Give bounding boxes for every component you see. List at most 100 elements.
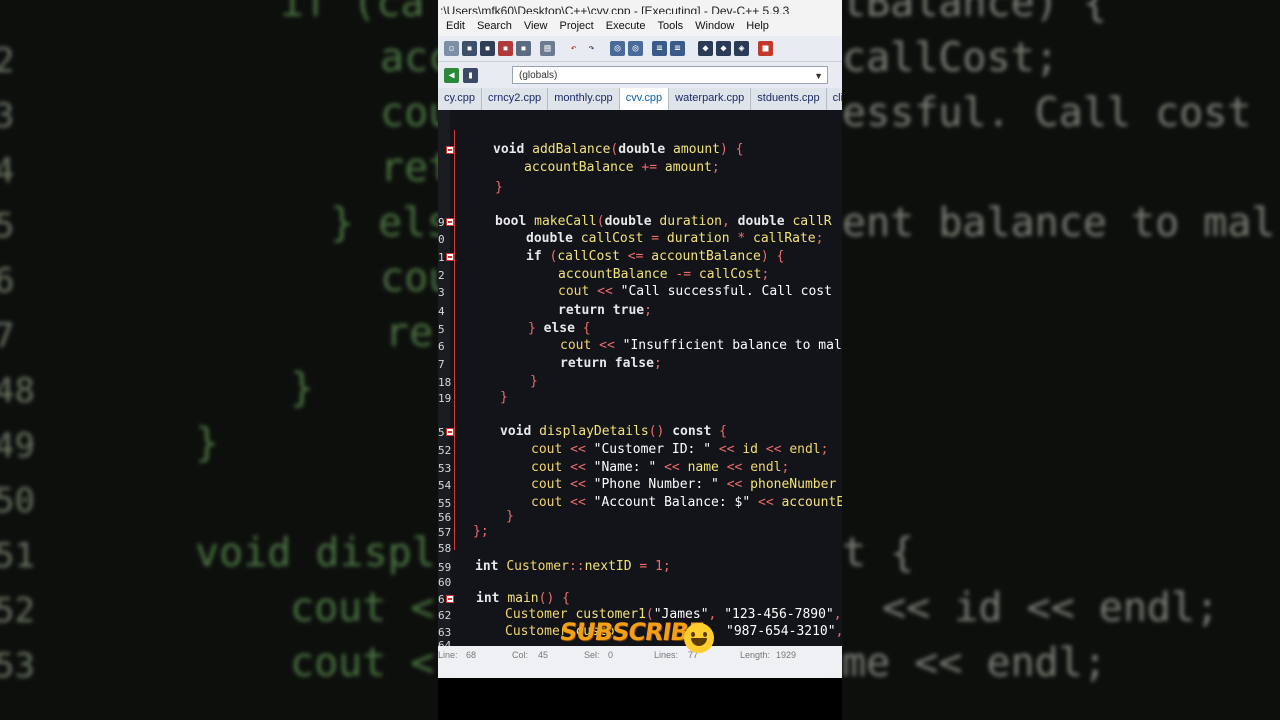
close-file-icon[interactable]: ▪ [516, 41, 531, 56]
line-number: 5 [438, 323, 445, 336]
code-line: } [495, 180, 503, 195]
code-line: } [530, 374, 538, 389]
code-line: int main() { [476, 591, 570, 606]
menu-edit[interactable]: Edit [446, 20, 465, 36]
background-code-line: } [195, 420, 220, 466]
status-col-value: 45 [538, 650, 549, 660]
status-length-value: 1929 [776, 650, 797, 660]
background-right-code: tBalance) {callCost; essful. Call cost ent… [842, 0, 1280, 720]
code-line: accountBalance += amount; [524, 160, 720, 175]
redo-icon[interactable]: ↷ [584, 41, 599, 56]
background-code-line: callCost; [842, 35, 1059, 81]
code-line: cout << "Customer ID: " << id << endl; [531, 442, 829, 457]
replace-icon[interactable]: ◎ [628, 41, 643, 56]
background-code-line: re [385, 310, 434, 356]
undo-icon[interactable]: ↶ [566, 41, 581, 56]
tab-cy-cpp[interactable]: cy.cpp [438, 88, 482, 110]
tab-monthly-cpp[interactable]: monthly.cpp [548, 88, 620, 110]
background-line-number: 48 [0, 371, 35, 411]
menu-window[interactable]: Window [695, 20, 734, 36]
background-right-pane: tBalance) {callCost; essful. Call cost ent… [842, 0, 1280, 720]
background-line-number: 50 [0, 481, 35, 521]
unindent-icon[interactable]: ≡ [670, 41, 685, 56]
smiley-emoji-icon [684, 623, 714, 653]
menu-bar: Edit Search View Project Execute Tools W… [438, 14, 842, 36]
background-code-line: << id << endl; [882, 585, 1220, 631]
bookmark-icon[interactable]: ▮ [463, 67, 478, 83]
subscribe-overlay: SUBSCRIBE [558, 618, 706, 646]
line-number: 52 [438, 444, 452, 457]
main-toolbar: ▫ ▪ ▪ ▪ ▪ ▤ ↶ ↷ ◎ ◎ ≡ ≡ ◆ ◆ ◈ ■ [438, 36, 842, 62]
background-code-line: ret [380, 145, 438, 191]
tab-crncy2-cpp[interactable]: crncy2.cpp [482, 88, 549, 110]
menu-execute[interactable]: Execute [606, 20, 646, 36]
code-line: void addBalance(double amount) { [493, 142, 744, 157]
code-line: int Customer::nextID = 1; [475, 559, 671, 574]
tab-waterpark-cpp[interactable]: waterpark.cpp [669, 88, 752, 110]
fold-toggle-icon[interactable] [446, 146, 454, 154]
menu-project[interactable]: Project [559, 20, 593, 36]
status-line-label: Line: [438, 650, 458, 660]
save-all-icon[interactable]: ▪ [498, 41, 513, 56]
line-number: 63 [438, 626, 452, 639]
save-icon[interactable]: ▪ [480, 41, 495, 56]
find-icon[interactable]: ◎ [610, 41, 625, 56]
status-lines-label: Lines: [654, 650, 679, 660]
background-line-number: 5 [0, 206, 15, 246]
scope-select[interactable]: (globals) ▼ [512, 66, 828, 84]
line-number: 54 [438, 479, 452, 492]
menu-help[interactable]: Help [746, 20, 769, 36]
line-number: 62 [438, 609, 452, 622]
background-code-line: } else [330, 200, 438, 246]
line-number: 59 [438, 561, 452, 574]
code-line: return true; [558, 303, 652, 318]
new-file-icon[interactable]: ▫ [444, 41, 459, 56]
code-editor[interactable]: void addBalance(double amount) { accountB… [438, 110, 842, 646]
code-line: cout << "Call successful. Call cost [558, 284, 832, 299]
background-code-line: void displ [195, 530, 436, 576]
background-left-pane: if (ca 2 acc 3 cou 4 ret 5} else 6 cou 7 re 48} 49} 50… [0, 0, 438, 720]
background-line-number: 7 [0, 316, 15, 356]
fold-guide [454, 130, 455, 550]
fold-toggle-icon[interactable] [446, 218, 454, 226]
fold-toggle-icon[interactable] [446, 595, 454, 603]
background-code-line: cou [380, 255, 438, 301]
print-icon[interactable]: ▤ [540, 41, 555, 56]
tab-clinicl[interactable]: clinicl [827, 88, 842, 110]
status-sel-label: Sel: [584, 650, 600, 660]
compile-run-icon[interactable]: ◈ [734, 41, 749, 56]
status-length-label: Length: [740, 650, 771, 660]
menu-search[interactable]: Search [477, 20, 512, 36]
background-code-line: cou [380, 90, 438, 136]
menu-tools[interactable]: Tools [657, 20, 683, 36]
compile-icon[interactable]: ◆ [698, 41, 713, 56]
open-file-icon[interactable]: ▪ [462, 41, 477, 56]
code-line: accountBalance -= callCost; [558, 267, 770, 282]
ide-window: :\Users\mfk60\Desktop\C++\cvv.cpp - [Exe… [438, 0, 842, 720]
code-line-tail: "987-654-3210", [726, 624, 842, 639]
code-line: } [500, 390, 508, 405]
secondary-toolbar: ◀ ▮ (globals) ▼ [438, 62, 842, 88]
background-code-line: tBalance) { [842, 0, 1107, 26]
line-number: 4 [438, 305, 445, 318]
run-icon[interactable]: ◆ [716, 41, 731, 56]
tab-cvv-cpp[interactable]: cvv.cpp [619, 88, 670, 110]
background-code-line: } [290, 365, 315, 411]
stop-icon[interactable]: ■ [758, 41, 773, 56]
line-number: 58 [438, 542, 452, 555]
chevron-down-icon: ▼ [814, 71, 823, 81]
tab-stduents-cpp[interactable]: stduents.cpp [751, 88, 827, 110]
line-number: 0 [438, 233, 445, 246]
goto-icon[interactable]: ◀ [444, 67, 459, 83]
status-bar: Line: 68 Col: 45 Sel: 0 Lines: 77 Length… [438, 646, 842, 678]
menu-view[interactable]: View [524, 20, 548, 36]
code-line: cout << "Name: " << name << endl; [531, 460, 790, 475]
status-sel-value: 0 [608, 650, 614, 660]
fold-toggle-icon[interactable] [446, 253, 454, 261]
background-code-line: me << endl; [842, 640, 1107, 686]
line-number: 56 [438, 511, 452, 524]
background-code-line: cout < [290, 585, 435, 631]
indent-icon[interactable]: ≡ [652, 41, 667, 56]
fold-toggle-icon[interactable] [446, 428, 454, 436]
background-line-number: 3 [0, 96, 15, 136]
